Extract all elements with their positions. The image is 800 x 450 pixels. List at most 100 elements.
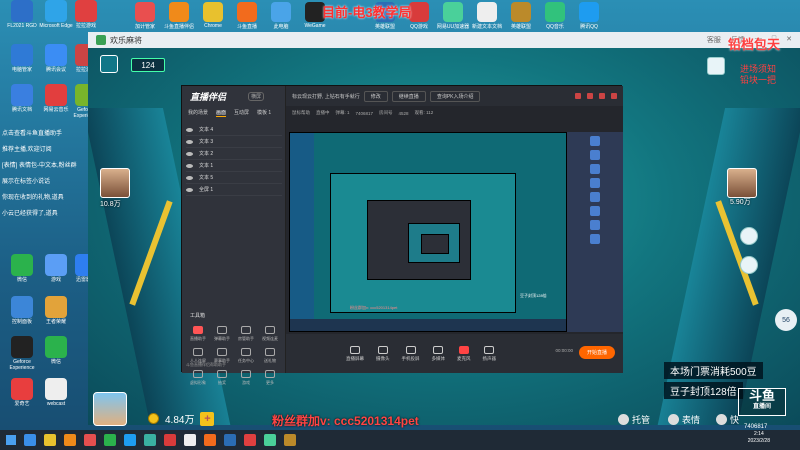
toolbox-tool[interactable]: 任务中心 [234, 348, 258, 364]
desktop-top-icon[interactable]: 加计管家 [130, 0, 160, 30]
app-icon-label: QQ游戏 [410, 24, 428, 30]
edit-title-button[interactable]: 修改 [363, 90, 388, 102]
app-icon [271, 2, 291, 22]
notice-icon[interactable] [575, 93, 581, 99]
phone-icon[interactable] [740, 227, 758, 245]
tab-screen[interactable]: 画面 [216, 109, 227, 117]
stream-control-button[interactable]: 麦克风 [457, 345, 471, 362]
scene-item[interactable]: 全屏 1 [186, 184, 282, 196]
desktop-top-icon[interactable]: 腾讯QQ [574, 0, 604, 30]
desktop-icon[interactable]: 拉拉游戏 [64, 0, 108, 29]
desktop-top-icon[interactable]: 斗鱼直播 [232, 0, 262, 30]
toolbox-tool[interactable]: 更多 [258, 370, 282, 386]
stream-control-button[interactable]: 手机投屏 [402, 345, 420, 362]
desktop-top-icon[interactable]: Chrome [198, 0, 228, 29]
scene-label: 文本 5 [199, 175, 214, 181]
desktop-top-icon[interactable]: 网易UU加速器 [437, 0, 469, 30]
visibility-eye-icon[interactable] [186, 163, 193, 168]
app-icon-label: 加计管家 [134, 24, 155, 30]
taskbar-app-icon[interactable] [164, 434, 176, 446]
visibility-eye-icon[interactable] [186, 175, 193, 180]
exit-room-icon[interactable] [100, 55, 118, 73]
desktop-top-icon[interactable]: 此电脑 [266, 0, 296, 30]
taskbar-app-icon[interactable] [224, 434, 236, 446]
toolbox-tool[interactable]: 游戏 [234, 370, 258, 386]
app-icon [511, 2, 531, 22]
toolbox-tool[interactable]: 弹幕助手 [210, 326, 234, 342]
taskbar-app-icon[interactable] [64, 434, 76, 446]
stream-mode-tag[interactable]: 横屏 [248, 92, 265, 101]
desktop-icon[interactable]: 王者荣耀 [34, 296, 78, 325]
toolbox-tool[interactable]: 送礼物 [258, 348, 282, 364]
stream-preview[interactable]: 粉丝群加v: ccc5201314pet 豆子封顶128倍 [289, 132, 567, 332]
windows-taskbar [0, 430, 800, 450]
auto-play-button[interactable]: 托管 [618, 413, 650, 426]
tab-my-scenes[interactable]: 我的场景 [188, 109, 208, 117]
continue-stream-button[interactable]: 继续直播 [391, 90, 426, 102]
left-player-avatar[interactable] [100, 168, 130, 198]
desktop-note-line: 小云已经获得了,道具 [2, 211, 58, 217]
status-item: 鼠标帮助 [292, 110, 310, 115]
scene-item[interactable]: 文本 1 [186, 160, 282, 172]
tip-icon[interactable] [740, 256, 758, 274]
desktop-top-icon[interactable]: 英雄联盟 [506, 0, 536, 30]
taskbar-app-icon[interactable] [144, 434, 156, 446]
visibility-eye-icon[interactable] [186, 151, 193, 156]
visibility-eye-icon[interactable] [186, 187, 193, 192]
toolbox-tool[interactable]: 直播助手 [186, 326, 210, 342]
toolbox-grid: 直播助手 弹幕助手 房管助手 视频连麦 人人连屏 赛事助手 任务中心 送礼物 虚拟形象 抽奖 游戏更… [186, 326, 282, 386]
toolbox-tool[interactable]: 房管助手 [234, 326, 258, 342]
taskbar-app-icon[interactable] [284, 434, 296, 446]
emoji-button[interactable]: 表情 [668, 413, 700, 426]
taskbar-app-icon[interactable] [84, 434, 96, 446]
toolbox-tool[interactable]: 抽奖 [210, 370, 234, 386]
pk-intro-button[interactable]: 查询PK入场介绍 [429, 90, 481, 102]
scene-item[interactable]: 文本 4 [186, 124, 282, 136]
taskbar-clock[interactable]: 2:14 2023/2/28 [748, 431, 770, 445]
stream-control-button[interactable]: 直播屏幕 [346, 345, 364, 362]
quick-chat-button[interactable]: 快 [716, 413, 739, 426]
taskbar-app-icon[interactable] [24, 434, 36, 446]
visibility-eye-icon[interactable] [186, 127, 193, 132]
stream-control-button[interactable]: 摄像头 [376, 345, 390, 362]
desktop-icon[interactable]: webcast [34, 378, 78, 407]
taskbar-app-icon[interactable] [124, 434, 136, 446]
gift-icon[interactable] [587, 93, 593, 99]
desktop-icon[interactable]: 微信 [34, 336, 78, 365]
scene-item[interactable]: 文本 3 [186, 136, 282, 148]
stream-help-note[interactable]: 斗鱼直播伴侣帮助助手 [186, 362, 226, 368]
desktop-top-icon[interactable]: QQ音乐 [540, 0, 570, 30]
stream-control-button[interactable]: 多媒体 [432, 345, 445, 362]
taskbar-app-icon[interactable] [264, 434, 276, 446]
start-menu-icon[interactable] [6, 435, 16, 445]
tab-interactive[interactable]: 互动屏 [234, 109, 249, 117]
stream-control-button[interactable]: 扬声器 [483, 345, 496, 362]
add-coins-button[interactable]: + [200, 411, 215, 426]
toolbox-tool[interactable]: 视频连麦 [258, 326, 282, 342]
scene-item[interactable]: 文本 5 [186, 172, 282, 184]
taskbar-app-icon[interactable] [184, 434, 196, 446]
customer-service-button[interactable]: 客服 [707, 35, 721, 45]
taskbar-app-icon[interactable] [104, 434, 116, 446]
tab-template[interactable]: 模板 1 [257, 109, 271, 117]
emoji-label: 表情 [682, 415, 701, 425]
self-player-avatar[interactable] [93, 392, 127, 426]
visibility-eye-icon[interactable] [186, 139, 193, 144]
taskbar-app-icon[interactable] [244, 434, 256, 446]
start-live-button[interactable]: 开始直播 [578, 346, 615, 359]
desktop-top-icon[interactable]: 斗鱼直播伴侣 [164, 0, 194, 30]
settings-icon[interactable] [611, 93, 617, 99]
desktop-top-icon[interactable]: 新建文本文档 [472, 0, 502, 30]
taskbar-app-icon[interactable] [204, 434, 216, 446]
control-label: 麦克风 [457, 355, 471, 361]
status-item: 观看: 112 [414, 110, 434, 115]
toolbox-tool[interactable]: 虚拟形象 [186, 370, 210, 386]
close-button[interactable]: ✕ [786, 35, 792, 45]
right-player-avatar[interactable] [727, 168, 757, 198]
scene-item[interactable]: 文本 2 [186, 148, 282, 160]
app-icon [203, 2, 223, 22]
task-icon[interactable] [707, 57, 725, 75]
taskbar-app-icon[interactable] [44, 434, 56, 446]
tool-label: 任务中心 [238, 358, 254, 363]
message-icon[interactable] [599, 93, 605, 99]
